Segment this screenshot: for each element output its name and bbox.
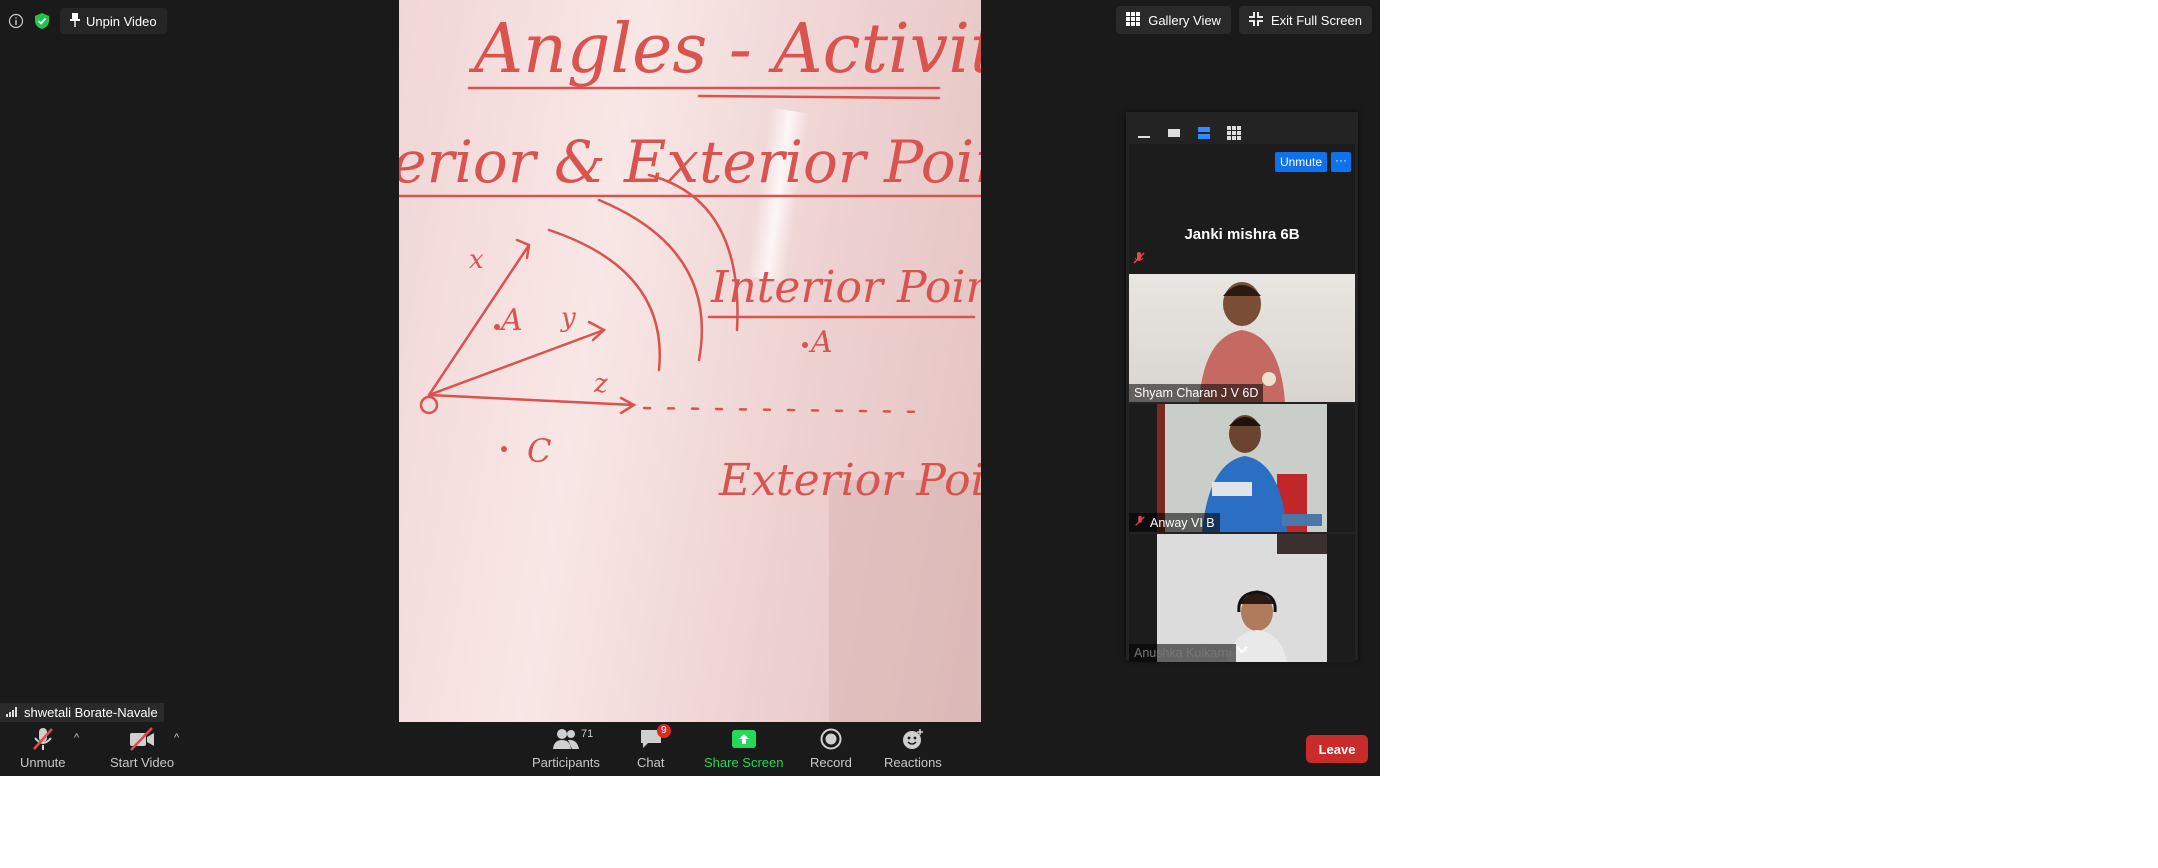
- ray-z-label: z: [593, 369, 608, 399]
- gallery-view-button[interactable]: Gallery View: [1116, 6, 1231, 34]
- record-label: Record: [810, 755, 852, 770]
- exit-fullscreen-label: Exit Full Screen: [1270, 12, 1362, 28]
- chat-button[interactable]: 9 Chat: [637, 724, 671, 770]
- reactions-button[interactable]: Reactions: [884, 726, 942, 770]
- minimize-icon[interactable]: [1136, 126, 1152, 140]
- video-options-caret[interactable]: ^: [174, 732, 179, 744]
- unpin-video-button[interactable]: Unpin Video: [60, 8, 167, 34]
- chevron-down-icon: [1235, 642, 1249, 660]
- participant-tile[interactable]: Anushka Kulkarni: [1129, 534, 1355, 662]
- exterior-label: Exterior Points: [718, 455, 981, 506]
- mic-muted-icon: [1134, 515, 1146, 530]
- signal-icon: [6, 705, 18, 720]
- active-speaker-tile[interactable]: Unmute ··· Janki mishra 6B: [1129, 144, 1355, 274]
- self-name: shwetali Borate-Navale: [24, 705, 158, 720]
- ask-unmute-button[interactable]: Unmute: [1274, 152, 1327, 172]
- exit-fullscreen-button[interactable]: Exit Full Screen: [1238, 6, 1372, 34]
- chat-label: Chat: [637, 755, 665, 770]
- film-strip-icon[interactable]: [1196, 126, 1212, 140]
- share-screen-label: Share Screen: [704, 755, 784, 770]
- participant-name: Shyam Charan J V 6D: [1134, 386, 1259, 400]
- speaker-view-icon[interactable]: [1166, 126, 1182, 140]
- participants-button[interactable]: 71 Participants: [532, 726, 600, 770]
- start-video-button[interactable]: Start Video: [110, 726, 174, 770]
- grid-view-icon[interactable]: [1226, 126, 1242, 140]
- gallery-panel: Unmute ··· Janki mishra 6B Shyam Charan …: [1126, 112, 1358, 662]
- self-view-label: shwetali Borate-Navale: [0, 703, 164, 722]
- participants-icon: [552, 728, 579, 753]
- participants-count: 71: [580, 728, 594, 740]
- exit-fullscreen-icon: [1248, 11, 1263, 29]
- reactions-label: Reactions: [884, 755, 942, 770]
- more-options-button[interactable]: ···: [1331, 152, 1351, 172]
- share-screen-button[interactable]: Share Screen: [704, 726, 784, 770]
- unpin-video-label: Unpin Video: [86, 13, 157, 29]
- grid-icon: [1126, 11, 1141, 29]
- participant-tile[interactable]: Anway VI B: [1129, 404, 1355, 532]
- audio-options-caret[interactable]: ^: [74, 732, 79, 744]
- gallery-view-label: Gallery View: [1148, 12, 1221, 28]
- record-icon: [820, 728, 842, 753]
- top-left-controls: Unpin Video: [8, 8, 167, 34]
- start-video-label: Start Video: [110, 755, 175, 770]
- unmute-button[interactable]: Unmute: [20, 726, 66, 770]
- meeting-toolbar: Unmute ^ Start Video ^ 71 Participants 9…: [0, 722, 1380, 776]
- share-screen-icon: [731, 729, 756, 752]
- active-speaker-name: Janki mishra 6B: [1184, 226, 1300, 243]
- participant-label: Anushka Kulkarni: [1129, 644, 1237, 662]
- participant-tile[interactable]: Shyam Charan J V 6D: [1129, 274, 1355, 402]
- leave-button[interactable]: Leave: [1306, 735, 1368, 763]
- video-off-icon: [128, 726, 156, 755]
- point-a-label: A: [498, 303, 523, 338]
- participant-label: Shyam Charan J V 6D: [1129, 384, 1264, 402]
- interior-label: Interior Points: [710, 262, 981, 313]
- shield-icon[interactable]: [34, 12, 50, 30]
- mic-muted-icon: [30, 726, 56, 755]
- point-a2-label: A: [808, 325, 833, 360]
- participant-video: [1129, 274, 1355, 402]
- mic-muted-icon: [1132, 251, 1146, 270]
- point-c-label: C: [527, 432, 551, 470]
- ray-y-label: y: [560, 303, 576, 333]
- participant-name: Anushka Kulkarni: [1134, 646, 1232, 660]
- reactions-icon: [901, 728, 925, 753]
- ray-x-label: x: [469, 245, 484, 275]
- heading-text: Angles - Activity: [468, 10, 981, 89]
- unmute-label: Unmute: [20, 755, 66, 770]
- record-button[interactable]: Record: [810, 726, 852, 770]
- chat-badge: 9: [656, 724, 671, 738]
- scroll-down-button[interactable]: [1230, 642, 1254, 660]
- participants-label: Participants: [532, 755, 600, 770]
- pin-icon: [70, 12, 80, 30]
- participant-name: Anway VI B: [1150, 515, 1215, 530]
- view-switcher: [1126, 112, 1358, 144]
- info-icon[interactable]: [8, 13, 24, 29]
- top-right-controls: Gallery View Exit Full Screen: [1116, 6, 1372, 34]
- participant-label: Anway VI B: [1129, 513, 1220, 532]
- subheading-text: terior & Exterior Points.: [399, 128, 981, 196]
- zoom-window: Unpin Video Gallery View Exit Full Scree…: [0, 0, 1380, 776]
- shared-video: Angles - Activity terior & Exterior Poin…: [399, 0, 981, 722]
